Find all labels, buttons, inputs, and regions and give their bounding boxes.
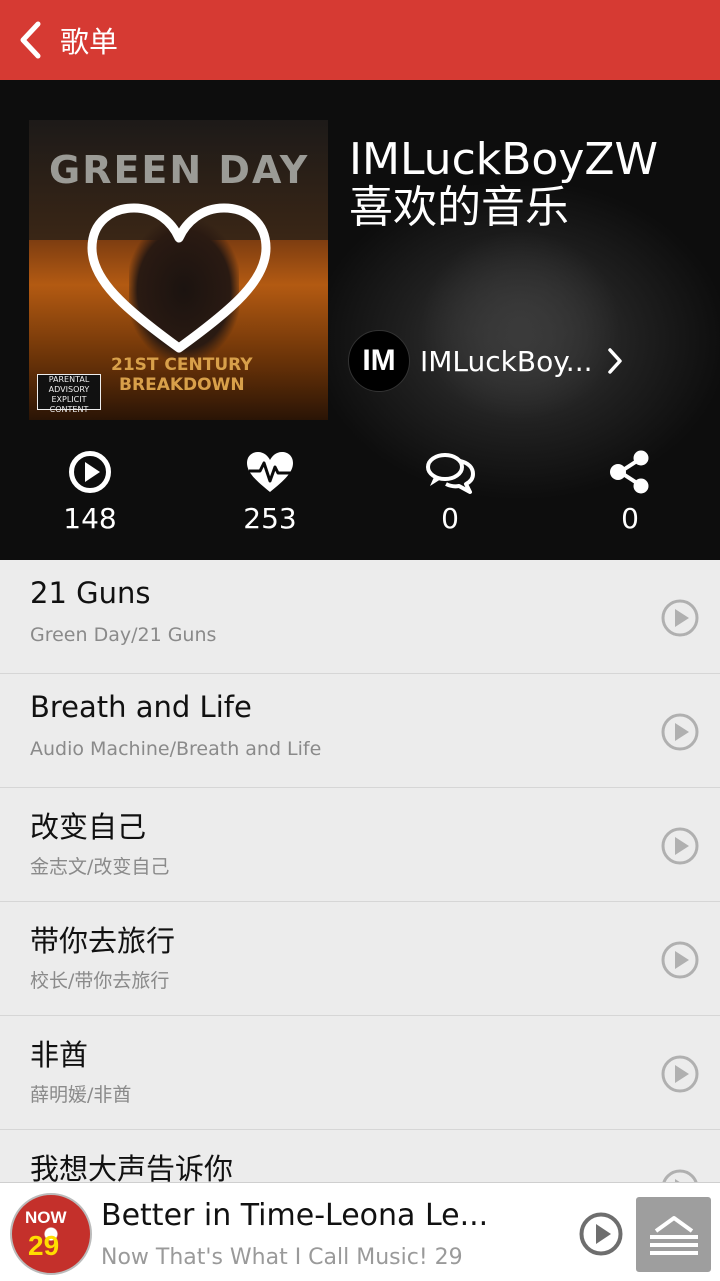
list-item[interactable]: 我想大声告诉你	[0, 1130, 720, 1182]
share-count-button[interactable]: 0	[540, 450, 720, 550]
play-count: 148	[63, 502, 117, 535]
comment-count-button[interactable]: 0	[360, 450, 540, 550]
play-count-button[interactable]: 148	[0, 450, 180, 550]
advisory-label: PARENTAL ADVISORY EXPLICIT CONTENT	[37, 374, 101, 414]
play-pause-button[interactable]	[578, 1211, 624, 1257]
list-item[interactable]: 改变自己 金志文/改变自己	[0, 788, 720, 902]
chevron-right-icon	[607, 348, 622, 374]
song-list: 21 Guns Green Day/21 Guns Breath and Lif…	[0, 560, 720, 1182]
comment-icon	[426, 453, 475, 494]
mini-player[interactable]: NOW 29 Better in Time-Leona Le... Now Th…	[0, 1182, 720, 1281]
avatar: IM	[348, 330, 410, 392]
song-subtitle: Audio Machine/Breath and Life	[30, 738, 322, 760]
playlist-owner[interactable]: IM IMLuckBoy...	[348, 330, 623, 392]
top-bar: 歌单	[0, 0, 720, 80]
back-button[interactable]	[0, 0, 60, 80]
play-circle-icon[interactable]	[660, 712, 700, 752]
favorite-count: 253	[243, 502, 297, 535]
cover-subtitle: 21ST CENTURY BREAKDOWN	[111, 355, 253, 395]
song-subtitle: 薛明媛/非酋	[30, 1084, 132, 1106]
song-title: 改变自己	[30, 810, 147, 844]
list-item[interactable]: Breath and Life Audio Machine/Breath and…	[0, 674, 720, 788]
favorite-count-button[interactable]: 253	[180, 450, 360, 550]
playlist-title: IMLuckBoyZW 喜欢的音乐	[349, 134, 659, 233]
play-circle-icon[interactable]	[660, 598, 700, 638]
play-circle-icon[interactable]	[660, 1168, 700, 1182]
queue-icon	[649, 1215, 698, 1255]
playlist-header: GREEN DAY 21ST CENTURY BREAKDOWN PARENTA…	[0, 80, 720, 560]
share-icon	[610, 450, 649, 494]
song-title: 我想大声告诉你	[30, 1152, 234, 1182]
play-circle-icon[interactable]	[660, 940, 700, 980]
page-title: 歌单	[60, 25, 119, 59]
play-circle-icon[interactable]	[660, 1054, 700, 1094]
list-item[interactable]: 非酋 薛明媛/非酋	[0, 1016, 720, 1130]
chevron-left-icon	[20, 21, 41, 59]
song-title: Breath and Life	[30, 690, 252, 724]
now-playing-album: Now That's What I Call Music! 29	[101, 1245, 463, 1270]
share-count: 0	[621, 502, 639, 535]
comment-count: 0	[441, 502, 459, 535]
list-item[interactable]: 21 Guns Green Day/21 Guns	[0, 560, 720, 674]
play-icon	[69, 451, 111, 493]
playlist-queue-button[interactable]	[636, 1197, 711, 1272]
now-playing-title: Better in Time-Leona Le...	[101, 1198, 489, 1233]
song-title: 带你去旅行	[30, 924, 176, 958]
heart-outline-icon	[87, 203, 271, 353]
album-art[interactable]: NOW 29	[10, 1193, 92, 1275]
play-circle-icon[interactable]	[660, 826, 700, 866]
song-subtitle: 校长/带你去旅行	[30, 970, 170, 992]
song-title: 21 Guns	[30, 576, 151, 610]
stats-bar: 148 253 0 0	[0, 450, 720, 550]
list-item[interactable]: 带你去旅行 校长/带你去旅行	[0, 902, 720, 1016]
playlist-cover[interactable]: GREEN DAY 21ST CENTURY BREAKDOWN PARENTA…	[29, 120, 328, 420]
song-subtitle: Green Day/21 Guns	[30, 624, 217, 646]
owner-name: IMLuckBoy...	[420, 344, 593, 378]
heart-pulse-icon	[247, 452, 293, 492]
song-title: 非酋	[30, 1038, 89, 1072]
song-subtitle: 金志文/改变自己	[30, 856, 170, 878]
cover-band-name: GREEN DAY	[49, 148, 310, 192]
